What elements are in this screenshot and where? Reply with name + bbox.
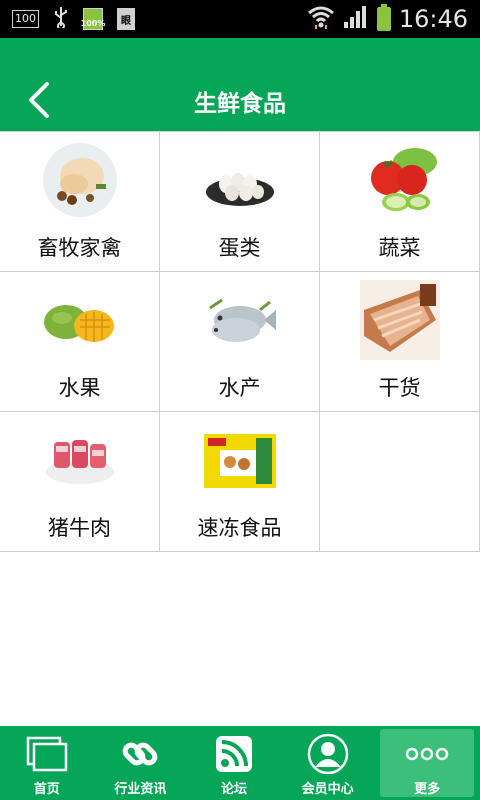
status-bar: 100 100% 眼 16:46 bbox=[0, 0, 480, 38]
category-grid: 畜牧家禽 蛋类 蔬菜 水果 水产 干货 猪牛肉 速冻食品 bbox=[0, 131, 480, 552]
pork-ribs-image bbox=[40, 420, 120, 500]
category-item-vegetables[interactable]: 蔬菜 bbox=[320, 132, 480, 272]
category-label: 畜牧家禽 bbox=[37, 236, 122, 260]
category-label: 蛋类 bbox=[218, 236, 261, 260]
battery-full-icon: 100% bbox=[81, 8, 105, 30]
category-item-poultry[interactable]: 畜牧家禽 bbox=[0, 132, 160, 272]
document-icon: 眼 bbox=[117, 8, 135, 30]
nav-more[interactable]: 更多 bbox=[380, 729, 474, 797]
category-item-fruit[interactable]: 水果 bbox=[0, 272, 160, 412]
category-item-frozen[interactable]: 速冻食品 bbox=[160, 412, 320, 552]
user-icon bbox=[307, 732, 349, 776]
category-item-eggs[interactable]: 蛋类 bbox=[160, 132, 320, 272]
category-label: 干货 bbox=[378, 376, 421, 400]
category-label: 水产 bbox=[218, 376, 261, 400]
category-item-dried-goods[interactable]: 干货 bbox=[320, 272, 480, 412]
nav-home[interactable]: 首页 bbox=[0, 726, 94, 800]
dried-meat-image bbox=[360, 280, 440, 360]
link-icon bbox=[120, 732, 160, 776]
usb-icon bbox=[53, 6, 69, 33]
nav-forum[interactable]: 论坛 bbox=[187, 726, 281, 800]
category-label: 水果 bbox=[58, 376, 101, 400]
battery-icon bbox=[376, 4, 391, 31]
vegetables-image bbox=[360, 140, 440, 220]
sim-icon: 100 bbox=[12, 10, 39, 28]
category-item-empty bbox=[320, 412, 480, 552]
home-icon bbox=[26, 732, 68, 776]
app-header: 生鲜食品 bbox=[0, 38, 480, 131]
poultry-image bbox=[40, 140, 120, 220]
category-item-seafood[interactable]: 水产 bbox=[160, 272, 320, 412]
page-title: 生鲜食品 bbox=[194, 91, 286, 117]
bottom-nav: 首页 行业资讯 论坛 会员中心 更多 bbox=[0, 726, 480, 800]
fish-image bbox=[200, 280, 280, 360]
wifi-icon bbox=[307, 5, 335, 33]
nav-member-center[interactable]: 会员中心 bbox=[281, 726, 375, 800]
rss-icon bbox=[215, 732, 253, 776]
signal-icon bbox=[343, 5, 369, 33]
frozen-food-image bbox=[200, 420, 280, 500]
mango-image bbox=[40, 280, 120, 360]
more-icon bbox=[405, 732, 449, 776]
category-label: 猪牛肉 bbox=[48, 516, 111, 540]
category-item-meat[interactable]: 猪牛肉 bbox=[0, 412, 160, 552]
clock: 16:46 bbox=[398, 5, 468, 33]
eggs-image bbox=[200, 140, 280, 220]
category-label: 蔬菜 bbox=[378, 236, 421, 260]
category-label: 速冻食品 bbox=[197, 516, 282, 540]
nav-industry-news[interactable]: 行业资讯 bbox=[94, 726, 188, 800]
